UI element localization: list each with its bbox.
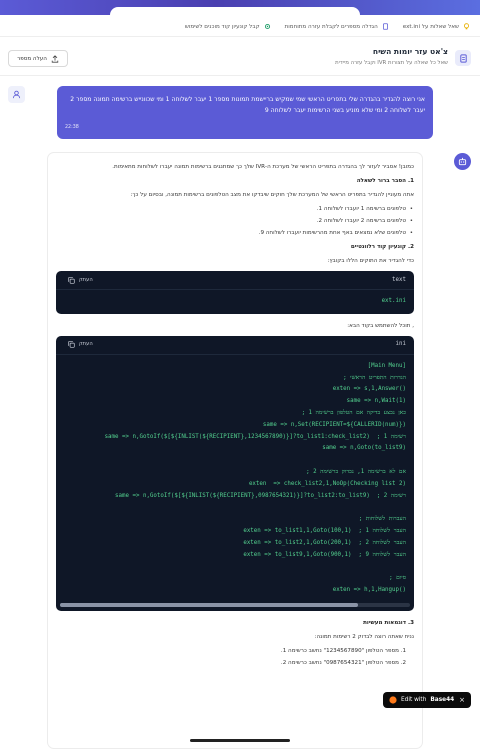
copy-icon (68, 276, 75, 284)
copy-icon (68, 341, 75, 348)
robot-icon (458, 157, 467, 166)
quicklink-ext-ini[interactable]: שאל שאלות על ext.ini (403, 23, 470, 30)
quicklink-snippets[interactable]: קבל קונעיון קוד מוכנים לשימוש (185, 23, 271, 30)
share-label: העלה מספר (17, 55, 47, 62)
chat-header: צ'אט עזר יומות השיח שאל כל שאלה על תצורו… (0, 40, 480, 76)
user-message-bubble: אני רוצה להגדיר בהגדרה שלי בתפריט הראשי … (57, 86, 433, 139)
code-block-header: העתק text (56, 271, 414, 290)
code-language: text (392, 276, 406, 283)
list-item: טלפונים ברשימה 1 יועברו לשלוחה 1. (56, 205, 413, 214)
page-subtitle: שאל כל שאלה על תצורות IVR וקבל עזרה מייד… (335, 60, 448, 66)
top-gradient-bar (0, 0, 480, 15)
section-text: נניח שאתה רוצה לבדוק 2 רשימות תמונה: (314, 633, 414, 640)
quicklink-numbers[interactable]: הגדלה מספרים לקבלת עזרה מתוחמות (285, 23, 389, 30)
numbered-list: 1. מספר הטלפון "1234567890" נחשב כרשימה … (56, 647, 414, 668)
code-block-text: העתק text ext.ini (56, 271, 414, 314)
list-item: 2. מספר הטלפון "0987654321" נחשב כרשימה … (280, 659, 406, 666)
section-text: כדי להגדיר את התוקים הללו בקובץ: (327, 258, 414, 264)
list-item: 1. מספר הטלפון "1234567890" נחשב כרשימה … (280, 647, 406, 654)
quicklink-label: שאל שאלות על ext.ini (402, 23, 459, 30)
page-title: צ'אט עזר יומות השיח (372, 47, 448, 56)
intro-paragraph: כמובן! אסביר לעזור לך בהגדרה בתפריט הראש… (112, 164, 414, 170)
bullet-list: טלפונים ברשימה 1 יועברו לשלוחה 1. טלפוני… (56, 205, 414, 238)
user-icon (12, 90, 21, 99)
document-icon (382, 23, 388, 30)
section-heading: 1. הסבר ברור לשאלה (356, 178, 414, 184)
message-timestamp: 22:38 (65, 125, 79, 130)
settings-icon (264, 23, 270, 30)
lightbulb-icon (463, 23, 470, 30)
close-icon[interactable]: × (459, 696, 465, 704)
home-indicator (190, 739, 290, 742)
user-avatar (8, 86, 25, 103)
badge-brand: Base44 (430, 697, 455, 703)
quicklink-label: הגדלה מספרים לקבלת עזרה מתוחמות (284, 23, 378, 30)
user-message-text: אני רוצה להגדיר בהגדרה שלי בתפריט הראשי … (70, 96, 425, 114)
upload-icon (51, 54, 59, 63)
section-heading: 2. קונעיון קוד רלוונטיים (350, 244, 414, 250)
share-button[interactable]: העלה מספר (8, 50, 68, 67)
list-item: טלפונים שלא נמצאים באף אחת מהרשימות יועב… (56, 229, 413, 238)
copy-button[interactable]: העתק (68, 276, 93, 285)
bot-avatar (454, 153, 471, 170)
code-block-header: העתק ini (56, 336, 414, 355)
quicklink-label: קבל קונעיון קוד מוכנים לשימוש (184, 23, 260, 30)
code-content: ext.ini (381, 298, 406, 304)
assistant-message: כמובן! אסביר לעזור לך בהגדרה בתפריט הראש… (47, 152, 423, 749)
code-scrollbar[interactable] (60, 602, 410, 607)
code-block-ini: העתק ini [Main Menu] ; הגדרות התפריט הרא… (56, 335, 414, 611)
document-icon (455, 50, 471, 66)
device-notch (110, 7, 360, 15)
section-text: , תוכל להשתמש בקוד הבא: (347, 322, 414, 329)
quick-suggestions-bar: שאל שאלות על ext.ini הגדלה מספרים לקבלת … (0, 17, 480, 37)
code-language: ini (395, 341, 406, 348)
list-item: טלפונים ברשימה 2 יועברו לשלוחה 2. (56, 217, 413, 226)
badge-label: Edit with (401, 697, 427, 703)
copy-button[interactable]: העתק (68, 340, 93, 349)
scrollbar-thumb[interactable] (60, 602, 358, 607)
copy-label: העתק (79, 276, 93, 283)
copy-label: העתק (79, 341, 93, 348)
code-content: [Main Menu] ; הגדרות התפריט הראשי exten … (104, 362, 406, 593)
section-text: אתה מעוניין להגדיר בתפריט הראשי של המערכ… (130, 192, 414, 198)
section-heading: 3. דוגמאות מעשיות (363, 619, 414, 626)
base44-logo-icon (389, 696, 397, 704)
edit-with-base44-badge[interactable]: Edit with Base44 × (383, 692, 471, 708)
